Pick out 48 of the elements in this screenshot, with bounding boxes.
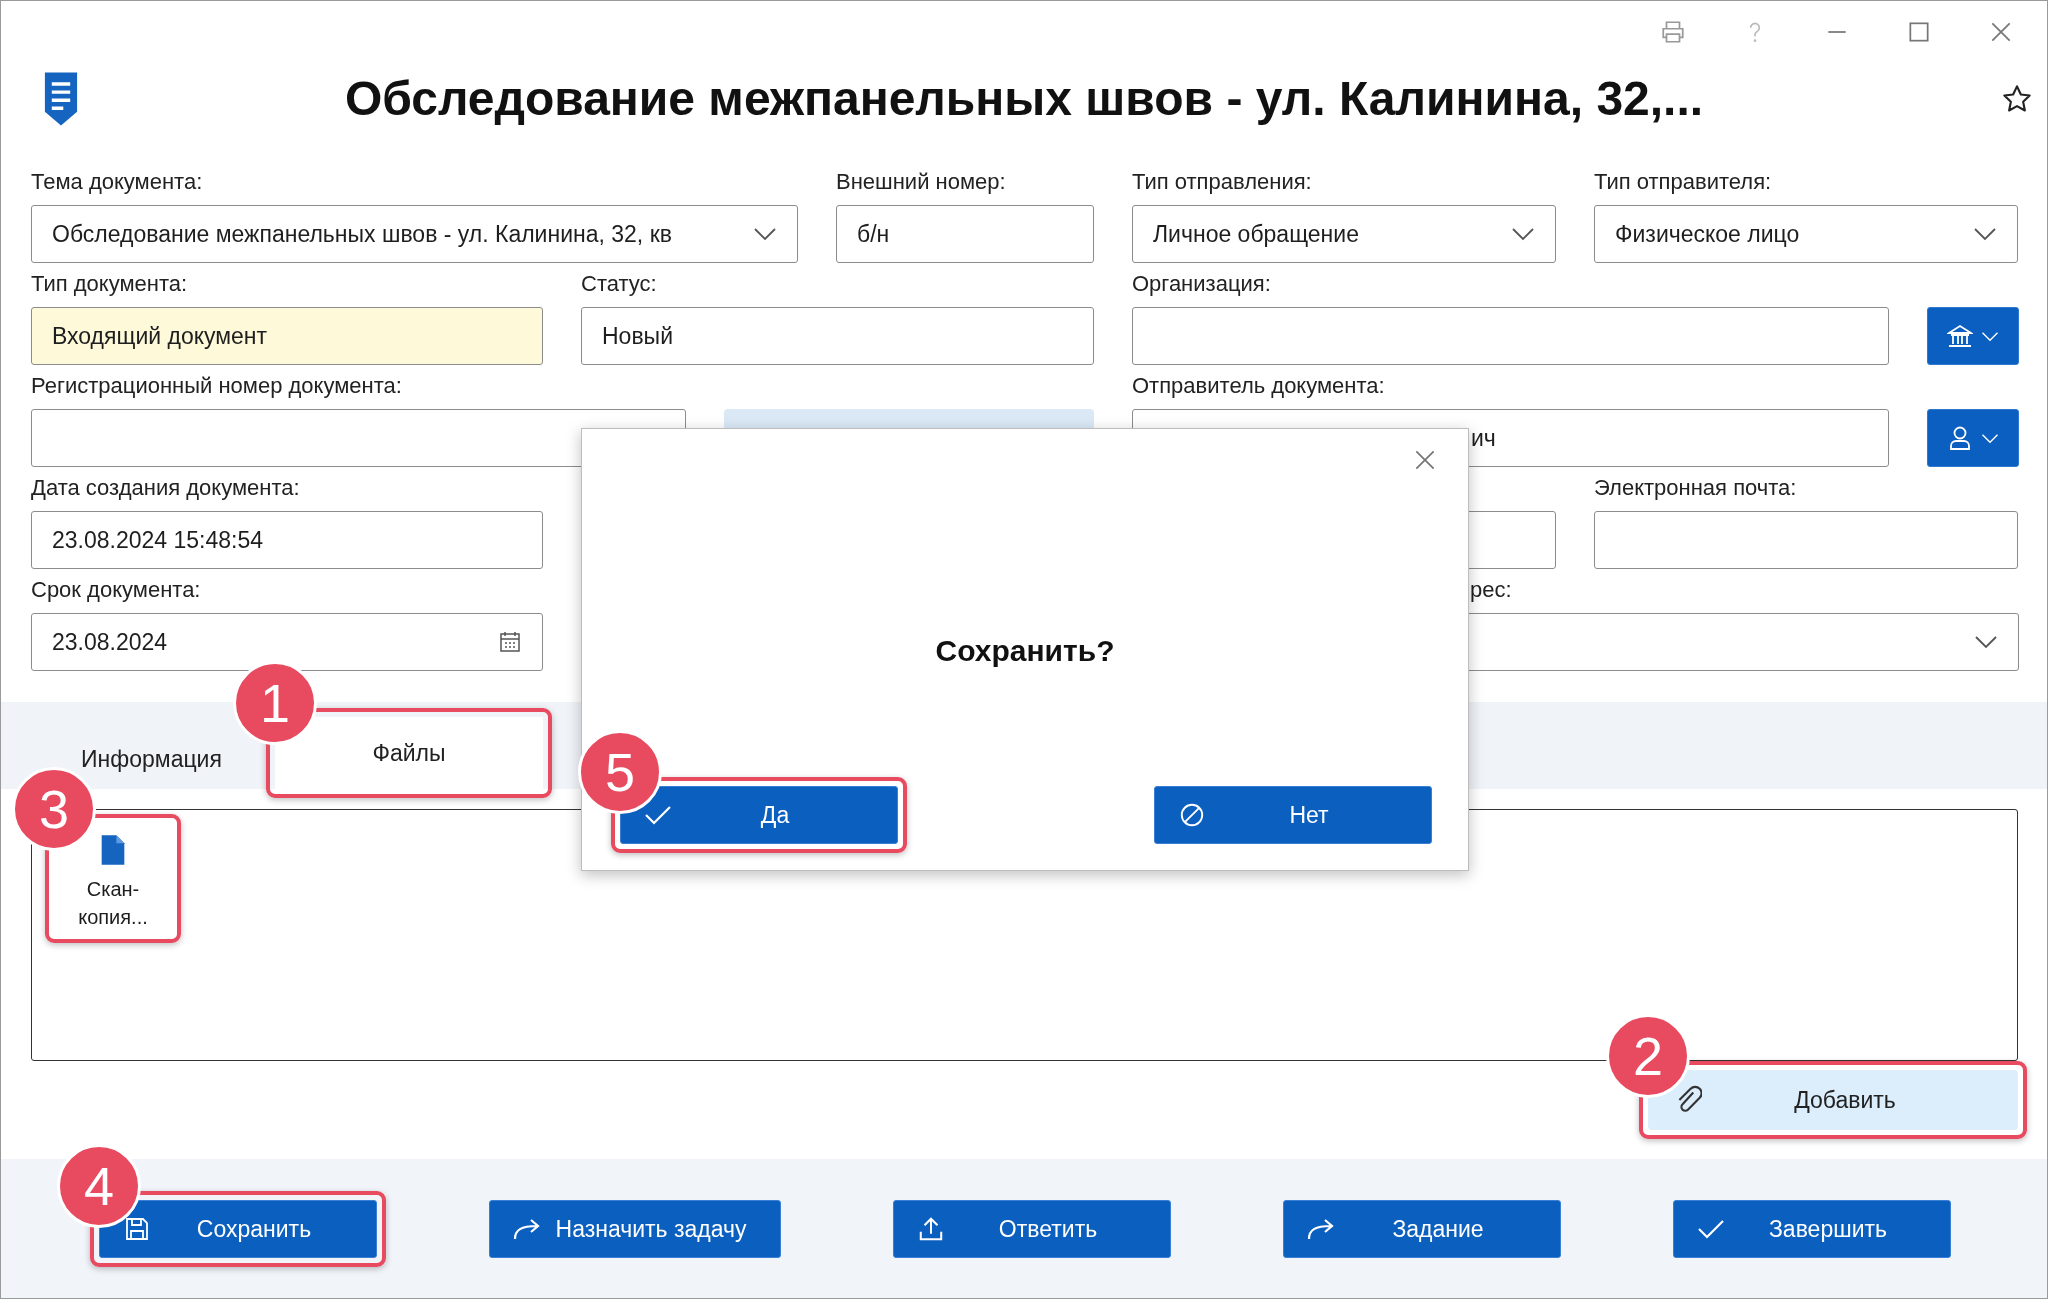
input-field[interactable]: 23.08.2024 15:48:54 xyxy=(31,511,543,569)
document-title: Обследование межпанельных швов - ул. Калинина, 32,... xyxy=(343,71,1705,126)
field-label: Регистрационный номер документа: xyxy=(31,372,403,400)
callout-badge: 5 xyxy=(578,730,662,814)
chevron-down-icon xyxy=(1973,227,1997,241)
input-field[interactable] xyxy=(1594,511,2018,569)
action-button[interactable]: Назначить задачу xyxy=(489,1200,781,1258)
action-button[interactable]: Ответить xyxy=(893,1200,1171,1258)
input-field[interactable]: Входящий документ xyxy=(31,307,543,365)
field-label: Тип отправления: xyxy=(1132,168,1313,196)
chevron-down-icon xyxy=(1981,432,1999,444)
chevron-down-icon xyxy=(1974,635,1998,649)
calendar-icon xyxy=(498,630,522,654)
sender-picker-button[interactable] xyxy=(1927,409,2019,467)
callout-badge: 2 xyxy=(1606,1014,1690,1098)
input-field[interactable] xyxy=(1132,307,1889,365)
action-button[interactable]: Задание xyxy=(1283,1200,1561,1258)
field-label: Внешний номер: xyxy=(836,168,1007,196)
field-label: Дата создания документа: xyxy=(31,474,301,502)
dropdown-field[interactable]: Обследование межпанельных швов - ул. Калинина, 32, кв xyxy=(31,205,798,263)
chevron-down-icon xyxy=(753,227,777,241)
file-icon xyxy=(99,833,127,867)
action-button[interactable]: Завершить xyxy=(1673,1200,1951,1258)
organization-picker-button[interactable] xyxy=(1927,307,2019,365)
paperclip-icon xyxy=(1676,1085,1702,1115)
input-field[interactable]: б/н xyxy=(836,205,1094,263)
dialog-message: Сохранить? xyxy=(934,634,1116,668)
field-label: Срок документа: xyxy=(31,576,202,604)
person-icon xyxy=(1947,425,1973,451)
date-field[interactable]: 23.08.2024 xyxy=(31,613,543,671)
field-label: Тема документа: xyxy=(31,168,204,196)
field-label: Тип отправителя: xyxy=(1594,168,1773,196)
arrow-icon xyxy=(512,1216,542,1242)
field-label: Электронная почта: xyxy=(1594,474,1798,502)
no-button[interactable]: Нет xyxy=(1154,786,1432,844)
field-label: Организация: xyxy=(1132,270,1272,298)
field-label: Статус: xyxy=(581,270,658,298)
field-label: рес: xyxy=(1469,576,1513,604)
dropdown-field[interactable]: Личное обращение xyxy=(1132,205,1556,263)
field-label: Отправитель документа: xyxy=(1132,372,1386,400)
field-label: Тип документа: xyxy=(31,270,189,298)
bank-icon xyxy=(1947,323,1973,349)
chevron-down-icon xyxy=(1981,330,1999,342)
dropdown-field[interactable]: Физическое лицо xyxy=(1594,205,2018,263)
arrow-icon xyxy=(1306,1216,1336,1242)
chevron-down-icon xyxy=(1511,227,1535,241)
callout-badge: 4 xyxy=(57,1144,141,1228)
input-field[interactable]: Новый xyxy=(581,307,1094,365)
